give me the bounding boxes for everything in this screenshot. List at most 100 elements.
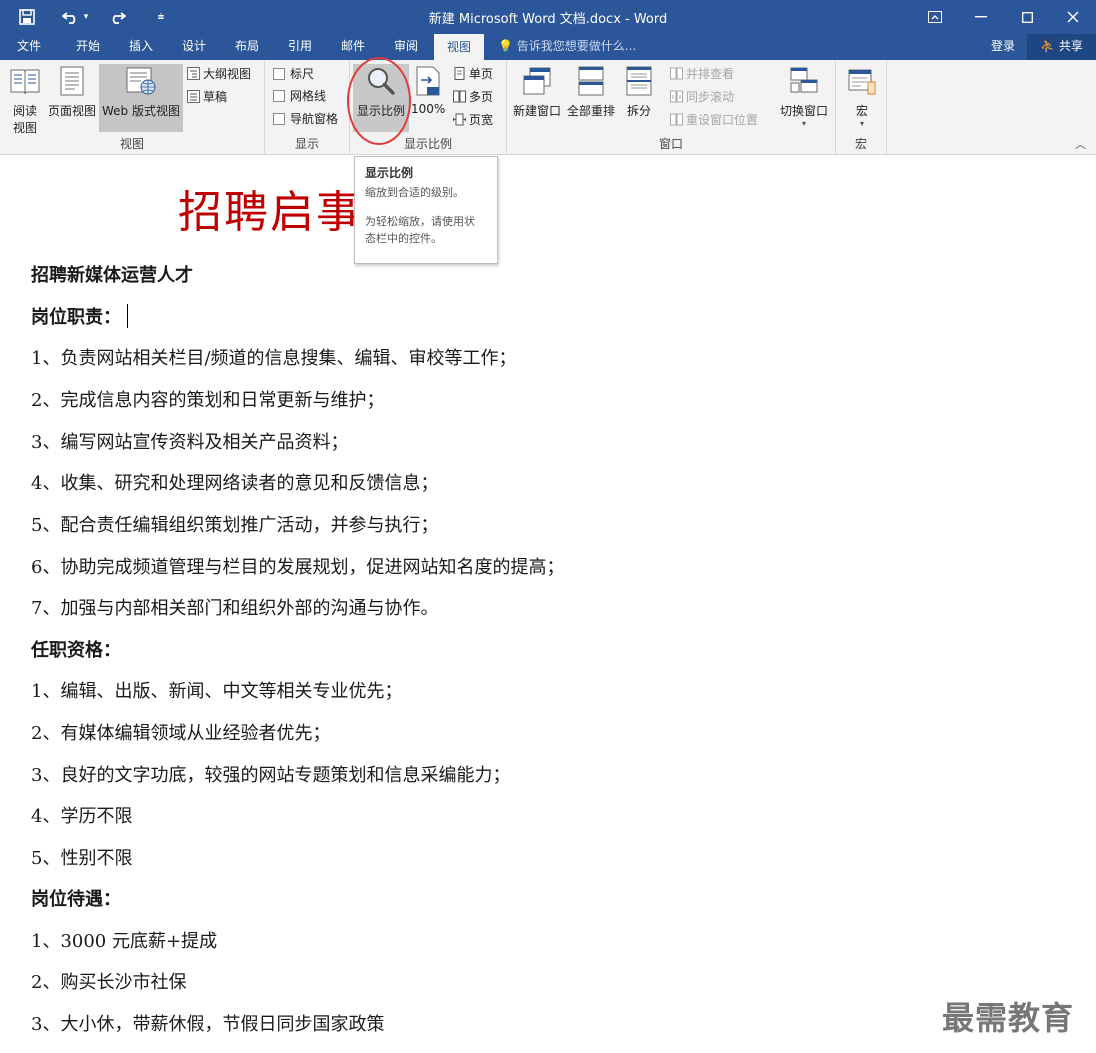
tab-layout[interactable]: 布局 bbox=[221, 34, 273, 60]
duties-title-text: 岗位职责： bbox=[31, 307, 121, 328]
qualification-item: 1、编辑、出版、新闻、中文等相关专业优先； bbox=[31, 681, 403, 702]
duty-item: 2、完成信息内容的策划和日常更新与维护； bbox=[31, 390, 385, 411]
nav-pane-checkbox[interactable]: 导航窗格 bbox=[273, 109, 338, 129]
page-width-button[interactable]: 页宽 bbox=[452, 110, 494, 130]
outline-icon bbox=[187, 66, 200, 80]
gridlines-checkbox-box[interactable] bbox=[273, 90, 285, 102]
signin-link[interactable]: 登录 bbox=[991, 34, 1015, 60]
benefits-title: 岗位待遇： bbox=[31, 889, 121, 910]
text-cursor bbox=[127, 304, 128, 328]
macros-label: 宏 bbox=[855, 104, 868, 118]
tooltip-line: 态栏中的控件。 bbox=[365, 232, 442, 245]
duty-item: 5、配合责任编辑组织策划推广活动，并参与执行； bbox=[31, 515, 439, 536]
draft-label: 草稿 bbox=[203, 90, 228, 104]
arrange-all-icon bbox=[565, 66, 617, 99]
zoom-100-button[interactable]: 100% bbox=[411, 64, 445, 132]
tab-file[interactable]: 文件 bbox=[4, 34, 54, 60]
ribbon-tabs: 文件 开始 插入 设计 布局 引用 邮件 审阅 视图 💡 告诉我您想要做什么..… bbox=[0, 34, 1096, 60]
zoom-100-label: 100% bbox=[411, 102, 446, 116]
tab-references[interactable]: 引用 bbox=[274, 34, 326, 60]
qualification-item: 4、学历不限 bbox=[31, 806, 133, 827]
duties-title: 岗位职责： bbox=[31, 303, 128, 329]
macros-icon bbox=[841, 66, 883, 99]
qualification-item: 2、有媒体编辑领域从业经验者优先； bbox=[31, 723, 331, 744]
tooltip-line: 为轻松缩放，请使用状 bbox=[365, 215, 475, 228]
collapse-ribbon-icon[interactable]: ︿ bbox=[1075, 136, 1086, 152]
tooltip-line: 缩放到合适的级别。 bbox=[365, 186, 464, 199]
tab-mailings[interactable]: 邮件 bbox=[327, 34, 379, 60]
tab-review[interactable]: 审阅 bbox=[380, 34, 432, 60]
new-window-label: 新建窗口 bbox=[512, 104, 561, 118]
title-bar: ▾ ⩧ 新建 Microsoft Word 文档.docx - Word bbox=[0, 0, 1096, 34]
split-label: 拆分 bbox=[626, 104, 651, 118]
outline-button[interactable]: 大纲视图 bbox=[187, 64, 251, 84]
group-views: 阅读 视图 页面视图 Web 版式视图 大纲视图 草稿 视图 bbox=[0, 60, 265, 155]
duty-item: 1、负责网站相关栏目/频道的信息搜集、编辑、审校等工作； bbox=[31, 348, 517, 369]
side-by-side-button[interactable]: 并排查看 bbox=[670, 64, 734, 84]
read-mode-label-1: 阅读 bbox=[12, 104, 37, 118]
document-page[interactable]: 招聘启事 招聘新媒体运营人才 岗位职责： 1、负责网站相关栏目/频道的信息搜集、… bbox=[0, 156, 1096, 1053]
watermark: 最需教育 bbox=[942, 999, 1075, 1037]
arrange-all-label: 全部重排 bbox=[566, 104, 615, 118]
zoom-tooltip: 显示比例 缩放到合适的级别。 为轻松缩放，请使用状 态栏中的控件。 bbox=[354, 156, 498, 264]
print-layout-button[interactable]: 页面视图 bbox=[46, 64, 98, 132]
share-button[interactable]: ⛹ 共享 bbox=[1027, 34, 1096, 60]
person-add-icon: ⛹ bbox=[1040, 39, 1056, 53]
new-window-button[interactable]: 新建窗口 bbox=[510, 64, 564, 132]
page-width-icon bbox=[452, 112, 467, 126]
multiple-pages-button[interactable]: 多页 bbox=[453, 87, 493, 107]
gridlines-label: 网格线 bbox=[290, 89, 327, 103]
tab-insert[interactable]: 插入 bbox=[115, 34, 167, 60]
multiple-pages-icon bbox=[453, 89, 466, 103]
group-views-label: 视图 bbox=[119, 137, 144, 151]
maximize-icon[interactable] bbox=[1004, 0, 1050, 34]
tell-me-box[interactable]: 💡 告诉我您想要做什么... bbox=[498, 34, 636, 60]
multiple-pages-label: 多页 bbox=[469, 90, 494, 104]
highlight-circle bbox=[347, 57, 411, 145]
qualifications-title: 任职资格： bbox=[31, 640, 121, 661]
side-by-side-label: 并排查看 bbox=[686, 67, 735, 81]
page-width-label: 页宽 bbox=[469, 113, 494, 127]
web-layout-label: Web 版式视图 bbox=[102, 104, 180, 118]
arrange-all-button[interactable]: 全部重排 bbox=[565, 64, 617, 132]
sync-scroll-button[interactable]: 同步滚动 bbox=[670, 87, 734, 107]
tab-design[interactable]: 设计 bbox=[168, 34, 220, 60]
qualification-item: 3、良好的文字功底，较强的网站专题策划和信息采编能力； bbox=[31, 765, 511, 786]
reset-window-position-icon bbox=[670, 112, 683, 126]
web-layout-icon bbox=[99, 66, 183, 99]
ribbon: 阅读 视图 页面视图 Web 版式视图 大纲视图 草稿 视图 标尺 网格线 导航… bbox=[0, 60, 1096, 155]
read-mode-button[interactable]: 阅读 视图 bbox=[4, 64, 46, 135]
web-layout-button[interactable]: Web 版式视图 bbox=[99, 64, 183, 132]
gridlines-checkbox[interactable]: 网格线 bbox=[273, 86, 326, 106]
word-window: ▾ ⩧ 新建 Microsoft Word 文档.docx - Word 文件 … bbox=[0, 0, 1096, 1053]
read-mode-icon bbox=[4, 66, 46, 99]
new-window-icon bbox=[510, 66, 564, 99]
chevron-down-icon: ▾ bbox=[801, 119, 806, 128]
draft-button[interactable]: 草稿 bbox=[187, 87, 227, 107]
macros-button[interactable]: 宏 ▾ bbox=[841, 64, 883, 132]
ruler-checkbox-box[interactable] bbox=[273, 68, 285, 80]
reset-window-position-button[interactable]: 重设窗口位置 bbox=[670, 110, 758, 130]
group-window-label: 窗口 bbox=[658, 137, 683, 151]
tab-home[interactable]: 开始 bbox=[62, 34, 114, 60]
split-icon bbox=[619, 66, 659, 99]
close-icon[interactable] bbox=[1050, 0, 1096, 34]
minimize-icon[interactable] bbox=[958, 0, 1004, 34]
lightbulb-icon: 💡 bbox=[498, 39, 513, 53]
switch-windows-button[interactable]: 切换窗口 ▾ bbox=[775, 64, 833, 132]
benefit-item: 1、3000 元底薪+提成 bbox=[31, 931, 218, 952]
subtitle: 招聘新媒体运营人才 bbox=[31, 265, 193, 286]
macros-chevron-down-icon: ▾ bbox=[859, 119, 864, 128]
split-button[interactable]: 拆分 bbox=[619, 64, 659, 132]
group-macros: 宏 ▾ 宏 bbox=[836, 60, 887, 155]
nav-pane-checkbox-box[interactable] bbox=[273, 113, 285, 125]
switch-windows-label: 切换窗口 bbox=[779, 104, 828, 118]
one-page-button[interactable]: 单页 bbox=[453, 64, 493, 84]
tab-view[interactable]: 视图 bbox=[434, 34, 484, 60]
share-label: 共享 bbox=[1058, 39, 1083, 53]
ruler-checkbox[interactable]: 标尺 bbox=[273, 64, 314, 84]
read-mode-label-2: 视图 bbox=[12, 121, 37, 135]
ribbon-display-icon[interactable] bbox=[912, 0, 958, 34]
outline-label: 大纲视图 bbox=[203, 67, 252, 81]
benefit-item: 3、大小休，带薪休假，节假日同步国家政策 bbox=[31, 1014, 385, 1035]
